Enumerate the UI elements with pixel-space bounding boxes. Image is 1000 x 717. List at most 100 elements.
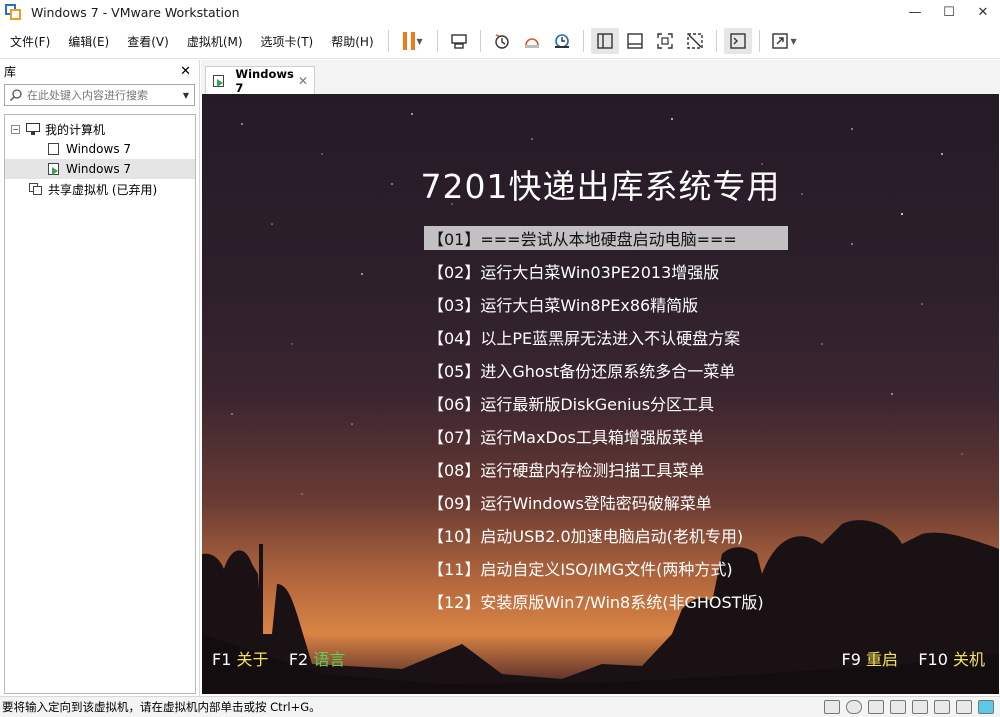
snapshot-button[interactable] (488, 28, 516, 54)
revert-snapshot-button[interactable] (518, 28, 546, 54)
menu-tabs[interactable]: 选项卡(T) (251, 33, 322, 50)
tab-label: Windows 7 (235, 66, 294, 95)
snapshot-icon (494, 34, 509, 49)
menu-file[interactable]: 文件(F) (0, 33, 58, 50)
library-view-icon (596, 33, 613, 49)
f10-shutdown-label[interactable]: 关机 (953, 650, 985, 669)
status-message: 要将输入定向到该虚拟机，请在虚拟机内部单击或按 Ctrl+G。 (2, 700, 321, 714)
tab-windows-7[interactable]: Windows 7 ✕ (205, 66, 315, 95)
f1-about-label[interactable]: 关于 (236, 650, 268, 669)
f9-restart-label[interactable]: 重启 (866, 650, 898, 669)
send-ctrl-alt-del-button[interactable] (445, 28, 473, 54)
pause-button[interactable]: ▼ (396, 28, 430, 54)
boot-menu-item[interactable]: 【05】进入Ghost备份还原系统多合一菜单 (424, 358, 788, 382)
f9-key: F9 (841, 650, 861, 669)
search-icon (5, 88, 27, 102)
boot-menu-item[interactable]: 【03】运行大白菜Win8PEx86精简版 (424, 292, 788, 316)
unity-button[interactable] (681, 28, 709, 54)
tab-strip: Windows 7 ✕ (201, 60, 1000, 95)
library-view-button[interactable] (590, 28, 619, 54)
message-log-icon[interactable] (978, 700, 994, 714)
library-search-input[interactable] (27, 88, 167, 102)
unity-icon (686, 33, 703, 49)
toolbar-separator (715, 30, 717, 52)
search-dropdown-icon[interactable]: ▼ (178, 91, 194, 100)
boot-menu-item[interactable]: 【08】运行硬盘内存检测扫描工具菜单 (424, 457, 788, 481)
shared-vm-icon (29, 183, 43, 195)
printer-icon[interactable] (934, 700, 950, 714)
toolbar-separator (479, 30, 481, 52)
tree-item-label: Windows 7 (66, 142, 132, 156)
boot-menu-item[interactable]: 【09】运行Windows登陆密码破解菜单 (424, 490, 788, 514)
stretch-guest-button[interactable]: ▼ (767, 28, 801, 54)
tree-item-my-computer[interactable]: − 我的计算机 (5, 119, 195, 139)
device-status-icons (824, 700, 994, 714)
window-title: Windows 7 - VMware Workstation (31, 4, 240, 20)
menu-help[interactable]: 帮助(H) (321, 33, 381, 50)
chevron-down-icon: ▼ (790, 36, 797, 46)
function-keys-left: F1 关于 F2 语言 (212, 646, 345, 670)
function-keys-right: F9 重启 F10 关机 (841, 646, 985, 670)
library-panel: 库 ✕ ▼ − 我的计算机 Windows 7 Windows 7 共享虚拟机 … (0, 60, 200, 696)
tree-item-shared-vms[interactable]: 共享虚拟机 (已弃用) (5, 179, 195, 199)
tab-close-icon[interactable]: ✕ (298, 74, 308, 88)
display-icon[interactable] (956, 700, 972, 714)
library-search: ▼ (4, 84, 195, 106)
usb-controller-icon[interactable] (890, 700, 906, 714)
menu-vm[interactable]: 虚拟机(M) (177, 33, 251, 50)
f2-key: F2 (288, 650, 309, 669)
boot-menu-item[interactable]: 【10】启动USB2.0加速电脑启动(老机专用) (424, 523, 788, 547)
vmware-app-icon (5, 4, 21, 20)
toolbar-separator (582, 30, 584, 52)
menu-toolbar-bar: 文件(F) 编辑(E) 查看(V) 虚拟机(M) 选项卡(T) 帮助(H) ▼ … (0, 24, 1000, 59)
f2-language-label[interactable]: 语言 (313, 650, 345, 669)
thumbnail-view-button[interactable] (621, 28, 649, 54)
menu-view[interactable]: 查看(V) (117, 33, 177, 50)
vm-running-icon (47, 163, 61, 175)
boot-menu-item[interactable]: 【06】运行最新版DiskGenius分区工具 (424, 391, 788, 415)
vm-console-screen[interactable]: 7201快递出库系统专用 【01】===尝试从本地硬盘启动电脑=== 【02】运… (202, 94, 999, 694)
thumbnail-view-icon (626, 33, 643, 49)
boot-menu-item[interactable]: 【11】启动自定义ISO/IMG文件(两种方式) (424, 556, 788, 580)
fullscreen-icon (656, 33, 673, 49)
pause-icon (402, 32, 415, 50)
boot-menu-item[interactable]: 【07】运行MaxDos工具箱增强版菜单 (424, 424, 788, 448)
menu-edit[interactable]: 编辑(E) (58, 33, 117, 50)
f1-key: F1 (212, 650, 232, 669)
boot-menu-item-selected[interactable]: 【01】===尝试从本地硬盘启动电脑=== (424, 226, 788, 250)
vm-running-icon (212, 74, 224, 87)
tree-item-label: 我的计算机 (45, 122, 106, 137)
toolbar-separator (436, 30, 438, 52)
boot-menu-item[interactable]: 【12】安装原版Win7/Win8系统(非GHOST版) (424, 589, 788, 613)
library-tree: − 我的计算机 Windows 7 Windows 7 共享虚拟机 (已弃用) (4, 114, 196, 694)
library-title: 库 (4, 64, 17, 79)
revert-snapshot-icon (524, 38, 539, 48)
computer-icon (26, 123, 40, 135)
cd-dvd-icon[interactable] (846, 700, 862, 714)
hard-disk-icon[interactable] (824, 700, 840, 714)
toolbar-separator (758, 30, 760, 52)
vm-icon (47, 143, 61, 155)
collapse-icon[interactable]: − (11, 124, 20, 134)
snapshot-manager-button[interactable] (548, 28, 576, 54)
tree-item-label: 共享虚拟机 (已弃用) (48, 182, 158, 197)
console-icon (729, 33, 746, 49)
network-adapter-icon[interactable] (868, 700, 884, 714)
sound-card-icon[interactable] (912, 700, 928, 714)
stretch-icon (771, 33, 788, 49)
library-close-icon[interactable]: ✕ (180, 64, 191, 79)
console-view-button[interactable] (723, 28, 752, 54)
boot-menu-item[interactable]: 【04】以上PE蓝黑屏无法进入不认硬盘方案 (424, 325, 788, 349)
maximize-button[interactable]: ☐ (932, 0, 966, 24)
boot-menu-item[interactable]: 【02】运行大白菜Win03PE2013增强版 (424, 259, 788, 283)
status-bar: 要将输入定向到该虚拟机，请在虚拟机内部单击或按 Ctrl+G。 (0, 696, 1000, 717)
title-bar: Windows 7 - VMware Workstation — ☐ ✕ (0, 0, 1000, 24)
close-button[interactable]: ✕ (966, 0, 1000, 24)
fullscreen-button[interactable] (651, 28, 679, 54)
toolbar-separator (387, 30, 389, 52)
send-ctrl-alt-del-icon (450, 34, 467, 49)
tree-item-vm[interactable]: Windows 7 (5, 139, 195, 159)
tree-item-vm-running[interactable]: Windows 7 (5, 159, 195, 179)
minimize-button[interactable]: — (898, 0, 932, 24)
tree-item-label: Windows 7 (66, 162, 132, 176)
